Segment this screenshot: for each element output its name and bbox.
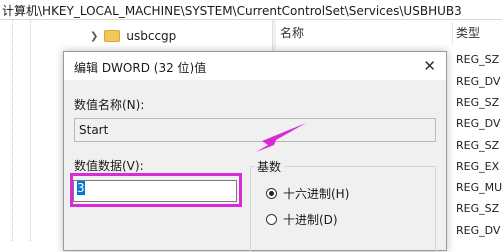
pointer-arrow-icon — [256, 123, 306, 152]
